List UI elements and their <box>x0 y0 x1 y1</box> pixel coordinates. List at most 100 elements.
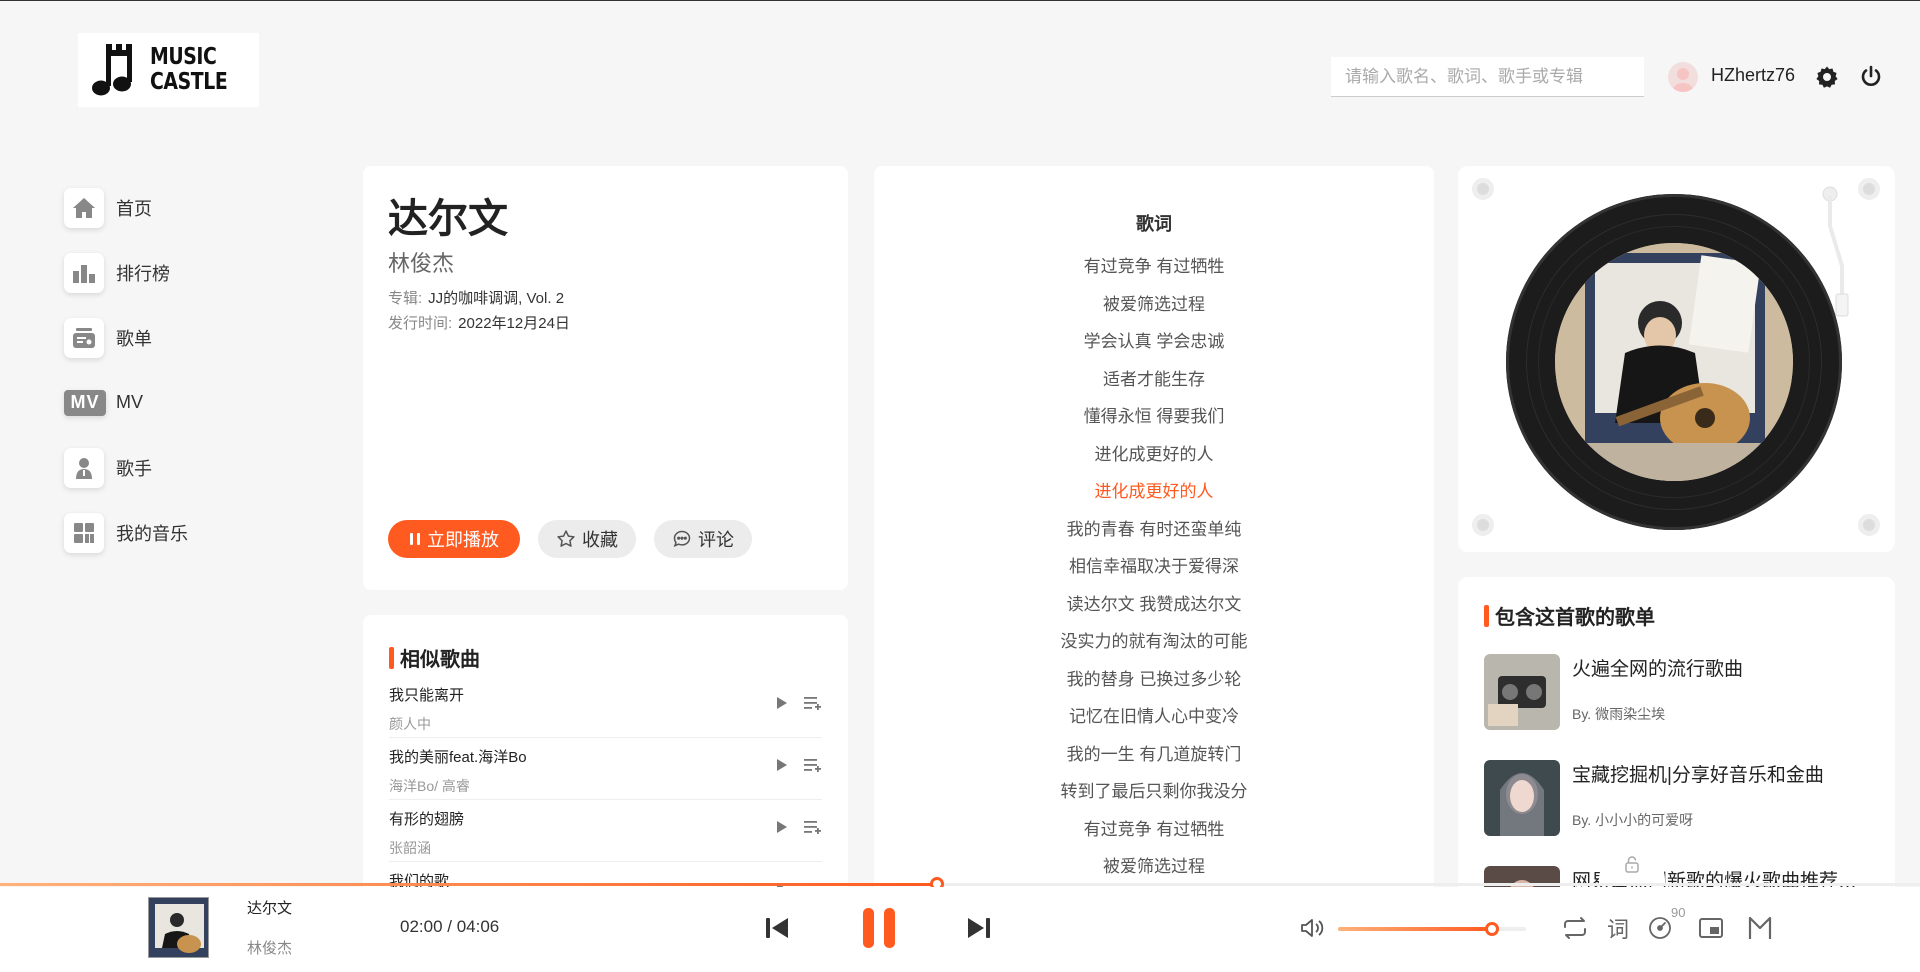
lyric-line[interactable]: 相信幸福取决于爱得深 <box>874 548 1434 586</box>
player-time: 02:00 / 04:06 <box>400 917 500 936</box>
sidebar-item-label: 歌手 <box>116 458 152 479</box>
castle-note-icon <box>92 42 142 98</box>
sidebar-item-label: 排行榜 <box>116 263 170 284</box>
avatar[interactable] <box>1668 62 1698 92</box>
next-icon[interactable] <box>966 915 992 941</box>
play-icon[interactable] <box>776 758 788 772</box>
playlists-title: 包含这首歌的歌单 <box>1484 601 1869 630</box>
play-icon[interactable] <box>776 696 788 710</box>
vinyl-record <box>1506 194 1842 530</box>
lyric-line[interactable]: 有过竞争 有过牺牲 <box>874 248 1434 286</box>
sidebar-item-singer[interactable]: 歌手 <box>64 435 188 500</box>
screw-icon <box>1472 514 1494 536</box>
similar-title: 相似歌曲 <box>389 643 822 672</box>
lyric-line[interactable]: 学会认真 学会忠诚 <box>874 323 1434 361</box>
tonearm <box>1818 184 1858 329</box>
screw-icon <box>1858 514 1880 536</box>
fullscreen-icon[interactable] <box>1745 913 1775 943</box>
add-to-list-icon[interactable] <box>804 696 822 710</box>
list-item[interactable]: 有形的翅膀 张韶涵 <box>389 800 822 862</box>
lyric-line[interactable]: 读达尔文 我赞成达尔文 <box>874 586 1434 624</box>
lyric-line[interactable]: 记忆在旧情人心中变冷 <box>874 698 1434 736</box>
sidebar-item-label: 歌单 <box>116 328 152 349</box>
player-song-title[interactable]: 达尔文 <box>247 897 292 918</box>
lyric-line[interactable]: 我的一生 有几道旋转门 <box>874 736 1434 774</box>
playback-rate-value: 90 <box>1671 905 1686 920</box>
play-now-button[interactable]: 立即播放 <box>388 520 520 558</box>
sidebar-item-mv[interactable]: MV MV <box>64 370 188 435</box>
song-meta: 专辑: JJ的咖啡调调, Vol. 2 发行时间: 2022年12月24日 <box>388 286 823 336</box>
lyrics-title: 歌词 <box>1136 214 1172 234</box>
progress-bar[interactable] <box>0 877 1920 891</box>
screw-icon <box>1858 178 1880 200</box>
album-name[interactable]: JJ的咖啡调调, Vol. 2 <box>428 290 564 307</box>
pause-icon[interactable] <box>862 907 896 949</box>
gear-icon[interactable] <box>1813 63 1841 91</box>
play-icon[interactable] <box>776 820 788 834</box>
collect-button[interactable]: 收藏 <box>538 520 636 558</box>
lyric-line[interactable]: 转到了最后只剩你我没分 <box>874 773 1434 811</box>
logo-text: MUSIC CASTLE <box>150 44 228 95</box>
repeat-icon[interactable] <box>1560 913 1590 943</box>
volume-icon[interactable] <box>1297 913 1327 943</box>
lyric-line[interactable]: 有过竞争 有过牺牲 <box>874 811 1434 849</box>
list-item[interactable]: 我的美丽feat.海洋Bo 海洋Bo/ 高睿 <box>389 738 822 800</box>
sidebar-item-home[interactable]: 首页 <box>64 175 188 240</box>
sidebar-item-label: MV <box>116 392 143 412</box>
playlist-item[interactable]: 火遍全网的流行歌曲 By. 微雨染尘埃 <box>1484 654 1869 734</box>
search-input[interactable] <box>1331 57 1644 97</box>
screw-icon <box>1472 178 1494 200</box>
comment-button[interactable]: 评论 <box>654 520 752 558</box>
progress-fill <box>0 883 937 886</box>
lyrics-panel[interactable]: 歌词 有过竞争 有过牺牲 被爱筛选过程 学会认真 学会忠诚 适者才能生存 懂得永恒 得要… <box>874 166 1434 896</box>
release-label: 发行时间: <box>388 315 453 332</box>
sidebar-item-charts[interactable]: 排行榜 <box>64 240 188 305</box>
album-label: 专辑: <box>388 290 423 307</box>
lyric-line[interactable]: 适者才能生存 <box>874 361 1434 399</box>
add-to-list-icon[interactable] <box>804 758 822 772</box>
volume-handle[interactable] <box>1485 922 1500 936</box>
lyric-line-active[interactable]: 进化成更好的人 <box>874 473 1434 511</box>
playlist-cover <box>1484 760 1560 836</box>
song-artist[interactable]: 林俊杰 <box>388 246 823 278</box>
sidebar-item-label: 首页 <box>116 198 152 219</box>
containing-playlists-card: 包含这首歌的歌单 火遍全网的流行歌曲 By. 微雨染尘埃 宝藏挖掘机|分享好音乐… <box>1458 577 1895 907</box>
sidebar-item-label: 我的音乐 <box>116 523 188 544</box>
chart-icon <box>64 252 104 293</box>
star-icon <box>557 530 575 547</box>
lyrics-lines: 有过竞争 有过牺牲 被爱筛选过程 学会认真 学会忠诚 适者才能生存 懂得永恒 得要我们进… <box>874 248 1434 886</box>
list-item[interactable]: 我只能离开 颜人中 <box>389 676 822 738</box>
sidebar-item-my-music[interactable]: 我的音乐 <box>64 500 188 565</box>
lyric-line[interactable]: 进化成更好的人 <box>874 436 1434 474</box>
volume-slider[interactable] <box>1338 922 1526 936</box>
lyric-line[interactable]: 我的替身 已换过多少轮 <box>874 661 1434 699</box>
power-icon[interactable] <box>1857 63 1885 91</box>
song-info-card: 达尔文 林俊杰 专辑: JJ的咖啡调调, Vol. 2 发行时间: 2022年12月… <box>363 166 848 590</box>
add-to-list-icon[interactable] <box>804 820 822 834</box>
player-cover[interactable] <box>148 897 209 958</box>
singer-icon <box>64 447 104 488</box>
mini-player-icon[interactable] <box>1696 913 1726 943</box>
song-title: 达尔文 <box>388 197 508 241</box>
username[interactable]: HZhertz76 <box>1711 65 1795 86</box>
home-icon <box>64 187 104 228</box>
lyric-line[interactable]: 被爱筛选过程 <box>874 848 1434 886</box>
release-date: 2022年12月24日 <box>458 315 570 332</box>
playlist-item[interactable]: 宝藏挖掘机|分享好音乐和金曲 By. 小小小的可爱呀 <box>1484 760 1869 840</box>
playlist-icon <box>64 317 104 358</box>
logo[interactable]: MUSIC CASTLE <box>78 33 259 107</box>
lyric-line[interactable]: 没实力的就有淘汰的可能 <box>874 623 1434 661</box>
album-cover <box>1555 243 1793 481</box>
similar-songs-card: 相似歌曲 我只能离开 颜人中 我的美丽feat.海洋Bo 海洋Bo/ 高睿 有形… <box>363 615 848 915</box>
my-music-icon <box>64 512 104 553</box>
sidebar-item-playlist[interactable]: 歌单 <box>64 305 188 370</box>
pause-icon <box>410 533 420 545</box>
lyric-line[interactable]: 我的青春 有时还蛮单纯 <box>874 511 1434 549</box>
previous-icon[interactable] <box>764 915 790 941</box>
sidebar: 首页 排行榜 歌单 MV MV 歌手 我的音乐 <box>64 175 188 565</box>
vinyl-player <box>1458 166 1895 552</box>
player-song-artist[interactable]: 林俊杰 <box>247 937 292 958</box>
lyrics-toggle-button[interactable]: 词 <box>1603 913 1633 943</box>
lyric-line[interactable]: 被爱筛选过程 <box>874 286 1434 324</box>
lyric-line[interactable]: 懂得永恒 得要我们 <box>874 398 1434 436</box>
